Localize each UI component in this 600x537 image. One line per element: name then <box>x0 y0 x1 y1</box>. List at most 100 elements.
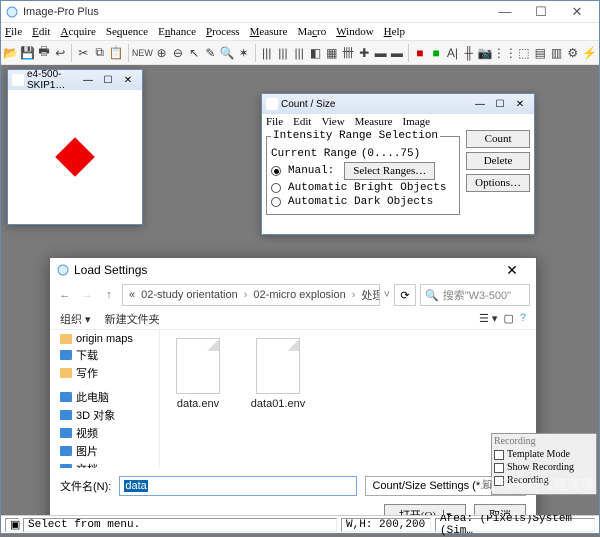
breadcrumb[interactable]: « 02-study orientation› 02-micro explosi… <box>122 284 380 306</box>
hist3-icon[interactable]: ||| <box>292 43 306 63</box>
count-button[interactable]: Count <box>466 130 530 148</box>
cut-icon[interactable]: ✂ <box>76 43 90 63</box>
image-max-button[interactable]: ☐ <box>98 75 118 86</box>
minimize-button[interactable]: — <box>487 1 523 23</box>
open-icon[interactable]: 📂 <box>3 43 18 63</box>
image-min-button[interactable]: — <box>78 75 98 86</box>
tree-item[interactable]: 图片 <box>50 442 159 460</box>
hist1-icon[interactable]: ||| <box>260 43 274 63</box>
tree-item[interactable]: 此电脑 <box>50 388 159 406</box>
tree-item[interactable]: 写作 <box>50 364 159 382</box>
select-ranges-button[interactable]: Select Ranges… <box>344 162 435 180</box>
menu-measure[interactable]: Measure <box>250 26 288 38</box>
cs-menu-measure[interactable]: Measure <box>355 116 393 128</box>
menu-acquire[interactable]: Acquire <box>60 26 95 38</box>
image-titlebar[interactable]: e4-500-SKIP1… —☐✕ <box>8 70 142 90</box>
tool-icon[interactable]: NEW <box>132 43 152 63</box>
cs-menu-file[interactable]: File <box>266 116 283 128</box>
nav-back-button[interactable]: ← <box>56 286 74 304</box>
recording-checkbox[interactable]: Recording <box>494 475 594 486</box>
search-input[interactable]: 🔍 搜索"W3-500" <box>420 284 530 306</box>
menu-process[interactable]: Process <box>206 26 240 38</box>
palette-icon[interactable]: ▬ <box>373 43 387 63</box>
menu-window[interactable]: Window <box>336 26 373 38</box>
preview-icon[interactable]: ▢ <box>503 312 513 325</box>
tree-item[interactable]: 3D 对象 <box>50 406 159 424</box>
folder-tree[interactable]: origin maps下载写作此电脑3D 对象视频图片文档下载音乐桌面本地磁盘 … <box>50 330 160 468</box>
text-icon[interactable]: A| <box>445 43 459 63</box>
info-icon[interactable]: ✶ <box>237 43 251 63</box>
template-mode-checkbox[interactable]: Template Mode <box>494 449 594 460</box>
palette2-icon[interactable]: ▬ <box>390 43 404 63</box>
options-button[interactable]: Options… <box>466 174 530 192</box>
cancel-button[interactable]: 取消 <box>474 504 526 515</box>
print-icon[interactable]: 🖶 <box>37 43 51 63</box>
auto-bright-radio[interactable] <box>271 183 281 193</box>
green-icon[interactable]: ■ <box>429 43 443 63</box>
file-item[interactable]: data.env <box>168 338 228 410</box>
menu-enhance[interactable]: Enhance <box>158 26 196 38</box>
view-icon[interactable]: ☰ ▾ <box>479 312 497 325</box>
menu-macro[interactable]: Macro <box>297 26 326 38</box>
ruler-icon[interactable]: ╫ <box>462 43 476 63</box>
gear-icon[interactable]: ⚙ <box>566 43 580 63</box>
maximize-button[interactable]: ☐ <box>523 1 559 23</box>
cs-close-button[interactable]: ✕ <box>510 99 530 110</box>
grid-icon[interactable]: ▦ <box>325 43 339 63</box>
cs-menu-edit[interactable]: Edit <box>293 116 311 128</box>
organize-button[interactable]: 组织 ▾ <box>60 311 91 327</box>
tree-item[interactable]: origin maps <box>50 332 159 346</box>
countsize-titlebar[interactable]: Count / Size —☐✕ <box>262 94 534 114</box>
tree-item[interactable]: 视频 <box>50 424 159 442</box>
nav-up-button[interactable]: ↑ <box>100 286 118 304</box>
bolt-icon[interactable]: ⚡ <box>582 43 597 63</box>
cs-min-button[interactable]: — <box>470 99 490 110</box>
magnify-icon[interactable]: 🔍 <box>220 43 235 63</box>
open-button[interactable]: 打开(O)│▾ <box>384 504 466 515</box>
revert-icon[interactable]: ↩ <box>53 43 67 63</box>
chart-icon[interactable]: ▥ <box>549 43 563 63</box>
menu-edit[interactable]: Edit <box>32 26 50 38</box>
cs-menu-view[interactable]: View <box>321 116 344 128</box>
zoomout-icon[interactable]: ⊖ <box>171 43 185 63</box>
delete-button[interactable]: Delete <box>466 152 530 170</box>
red-icon[interactable]: ■ <box>413 43 427 63</box>
camera-icon[interactable]: 📷 <box>478 43 493 63</box>
crumb-1[interactable]: 02-micro explosion <box>253 289 345 301</box>
copy-icon[interactable]: ⧉ <box>92 43 106 63</box>
tree-item[interactable]: 文档 <box>50 460 159 468</box>
menu-help[interactable]: Help <box>384 26 405 38</box>
hist2-icon[interactable]: ||| <box>276 43 290 63</box>
cs-menu-image[interactable]: Image <box>403 116 430 128</box>
menu-file[interactable]: File <box>5 26 22 38</box>
close-button[interactable]: ✕ <box>559 1 595 23</box>
contrast-icon[interactable]: ◧ <box>308 43 322 63</box>
measure1-icon[interactable]: 卌 <box>341 43 355 63</box>
nav-fwd-button[interactable]: → <box>78 286 96 304</box>
zoom-icon[interactable]: ⊕ <box>154 43 168 63</box>
layers-icon[interactable]: ▤ <box>533 43 547 63</box>
menu-sequence[interactable]: Sequence <box>106 26 148 38</box>
filename-input[interactable]: data <box>119 476 357 496</box>
ld-close-button[interactable]: ✕ <box>494 262 530 279</box>
show-recording-checkbox[interactable]: Show Recording <box>494 462 594 473</box>
file-list[interactable]: data.env data01.env <box>160 330 536 468</box>
ld-titlebar[interactable]: Load Settings ✕ <box>50 258 536 282</box>
image-close-button[interactable]: ✕ <box>118 75 138 86</box>
cs-max-button[interactable]: ☐ <box>490 99 510 110</box>
crumb-0[interactable]: 02-study orientation <box>141 289 238 301</box>
cube-icon[interactable]: ⬚ <box>517 43 531 63</box>
manual-radio[interactable] <box>271 166 281 176</box>
crumb-2[interactable]: 处理后的图像 <box>361 287 379 303</box>
refresh-button[interactable]: ⟳ <box>394 284 416 306</box>
measure2-icon[interactable]: ✚ <box>357 43 371 63</box>
manual-row[interactable]: Manual: Select Ranges… <box>271 162 455 180</box>
newfolder-button[interactable]: 新建文件夹 <box>105 311 160 327</box>
dots-icon[interactable]: ⋮⋮ <box>495 43 515 63</box>
auto-bright-row[interactable]: Automatic Bright Objects <box>271 182 455 194</box>
file-item[interactable]: data01.env <box>248 338 308 410</box>
save-icon[interactable]: 💾 <box>20 43 35 63</box>
auto-dark-radio[interactable] <box>271 197 281 207</box>
paste-icon[interactable]: 📋 <box>109 43 124 63</box>
help-icon[interactable]: ? <box>520 312 526 325</box>
